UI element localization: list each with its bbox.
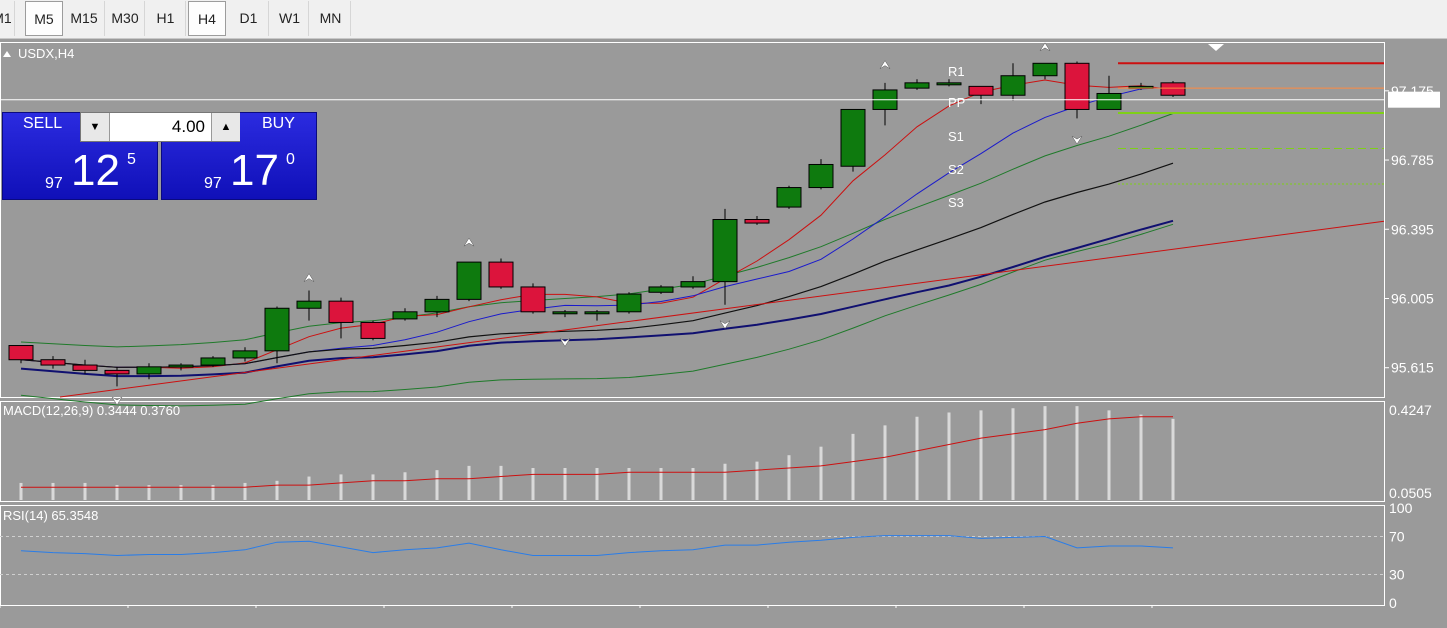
macd-label: MACD(12,26,9) 0.3444 0.3760 <box>3 403 180 418</box>
pivot-label-s1: S1 <box>948 129 964 144</box>
rsi-axis-label: 100 <box>1389 500 1413 516</box>
rsi-line <box>20 535 1174 557</box>
candle-body <box>72 364 98 371</box>
timeframe-m30[interactable]: M30 <box>106 1 145 36</box>
lot-size-input[interactable] <box>111 113 209 141</box>
candle-body <box>520 286 546 313</box>
chart-shift-marker <box>1208 44 1224 51</box>
candle-body <box>968 85 994 96</box>
lot-decrease-button[interactable]: ▼ <box>81 113 110 141</box>
fractal-arrow-up <box>463 237 475 247</box>
sell-price-sup: 5 <box>127 151 136 168</box>
candle-body <box>1000 75 1026 96</box>
fractal-arrow-up <box>879 60 891 69</box>
macd-axis-label: 0.0505 <box>1389 485 1432 501</box>
timeframe-m1[interactable]: M1 <box>0 1 15 36</box>
candle-body <box>328 300 354 323</box>
candle-body <box>296 300 322 309</box>
timeframe-m5[interactable]: M5 <box>25 1 63 36</box>
timeframe-d1[interactable]: D1 <box>229 1 269 36</box>
candle-body <box>136 366 162 375</box>
candle-body <box>904 82 930 89</box>
price-axis-label: 96.005 <box>1391 290 1434 306</box>
timeframe-h1[interactable]: H1 <box>146 1 186 36</box>
fractal-arrow-up <box>1039 42 1051 52</box>
candle-body <box>40 359 66 366</box>
candle-body <box>1032 62 1058 77</box>
rsi-axis-label: 30 <box>1389 567 1405 583</box>
rsi-axis-label: 0 <box>1389 595 1397 608</box>
candle-body <box>840 108 866 167</box>
symbol-label: USDX,H4 <box>18 46 74 61</box>
candle-body <box>392 311 418 320</box>
timeframe-m15[interactable]: M15 <box>64 1 105 36</box>
candle-body <box>744 219 770 224</box>
sell-label: SELL <box>23 115 63 132</box>
candle-body <box>776 187 802 208</box>
candle-body <box>584 311 610 315</box>
sell-price-prefix: 97 <box>45 175 63 192</box>
rsi-axis-label: 70 <box>1389 529 1405 545</box>
candle-body <box>488 261 514 288</box>
candle-body <box>424 298 450 313</box>
pivot-label-s3: S3 <box>948 195 964 210</box>
candle-body <box>360 321 386 339</box>
candle-body <box>200 357 226 366</box>
symbol-triangle-icon <box>3 51 11 57</box>
timeframe-toolbar: M1 M5M15M30H1H4D1W1MN <box>0 0 1447 39</box>
price-axis-label: 96.785 <box>1391 152 1434 168</box>
candle-body <box>168 364 194 368</box>
candle-body <box>1064 62 1090 110</box>
candle-body <box>712 219 738 283</box>
candle-body <box>264 307 290 352</box>
timeframe-w1[interactable]: W1 <box>271 1 309 36</box>
sell-price-big: 12 <box>71 146 120 195</box>
pivot-label-r2: R2 <box>948 42 965 45</box>
pivot-label-s2: S2 <box>948 162 964 177</box>
candle-body <box>648 286 674 293</box>
buy-label: BUY <box>262 115 295 132</box>
one-click-trade-panel: SELL 97 12 5 BUY 97 17 0 ▼ ▲ <box>2 112 318 202</box>
candle-body <box>104 369 130 375</box>
candle-body <box>552 311 578 315</box>
buy-price-sup: 0 <box>286 151 295 168</box>
candle-body <box>680 281 706 288</box>
candle-body <box>1160 82 1186 96</box>
fractal-arrow-up <box>303 273 315 282</box>
pivot-label-pp: PP <box>948 95 965 110</box>
buy-price-prefix: 97 <box>204 175 222 192</box>
fractal-arrow-down <box>1071 135 1083 145</box>
rsi-panel-border <box>0 505 1385 606</box>
chart-area[interactable]: R2R1PPS1S2S397.125USDX,H497.17596.78596.… <box>0 42 1447 608</box>
price-axis-label: 96.395 <box>1391 221 1434 237</box>
candle-body <box>232 350 258 359</box>
lot-size-control: ▼ ▲ <box>80 112 240 142</box>
timeframe-mn[interactable]: MN <box>311 1 351 36</box>
candle-body <box>8 345 34 361</box>
ma-navy-line <box>20 219 1174 378</box>
candle-body <box>936 82 962 86</box>
candle-body <box>456 261 482 300</box>
candle-body <box>808 163 834 189</box>
lot-increase-button[interactable]: ▲ <box>211 113 240 141</box>
candle-body <box>616 293 642 313</box>
buy-price-big: 17 <box>230 146 279 195</box>
macd-axis-label: 0.4247 <box>1389 402 1432 418</box>
pivot-label-r1: R1 <box>948 64 965 79</box>
price-axis-label: 95.615 <box>1391 360 1434 376</box>
candle-body <box>1096 92 1122 110</box>
price-axis-label: 97.175 <box>1391 83 1434 99</box>
rsi-label: RSI(14) 65.3548 <box>3 508 98 523</box>
timeframe-h4[interactable]: H4 <box>188 1 226 36</box>
